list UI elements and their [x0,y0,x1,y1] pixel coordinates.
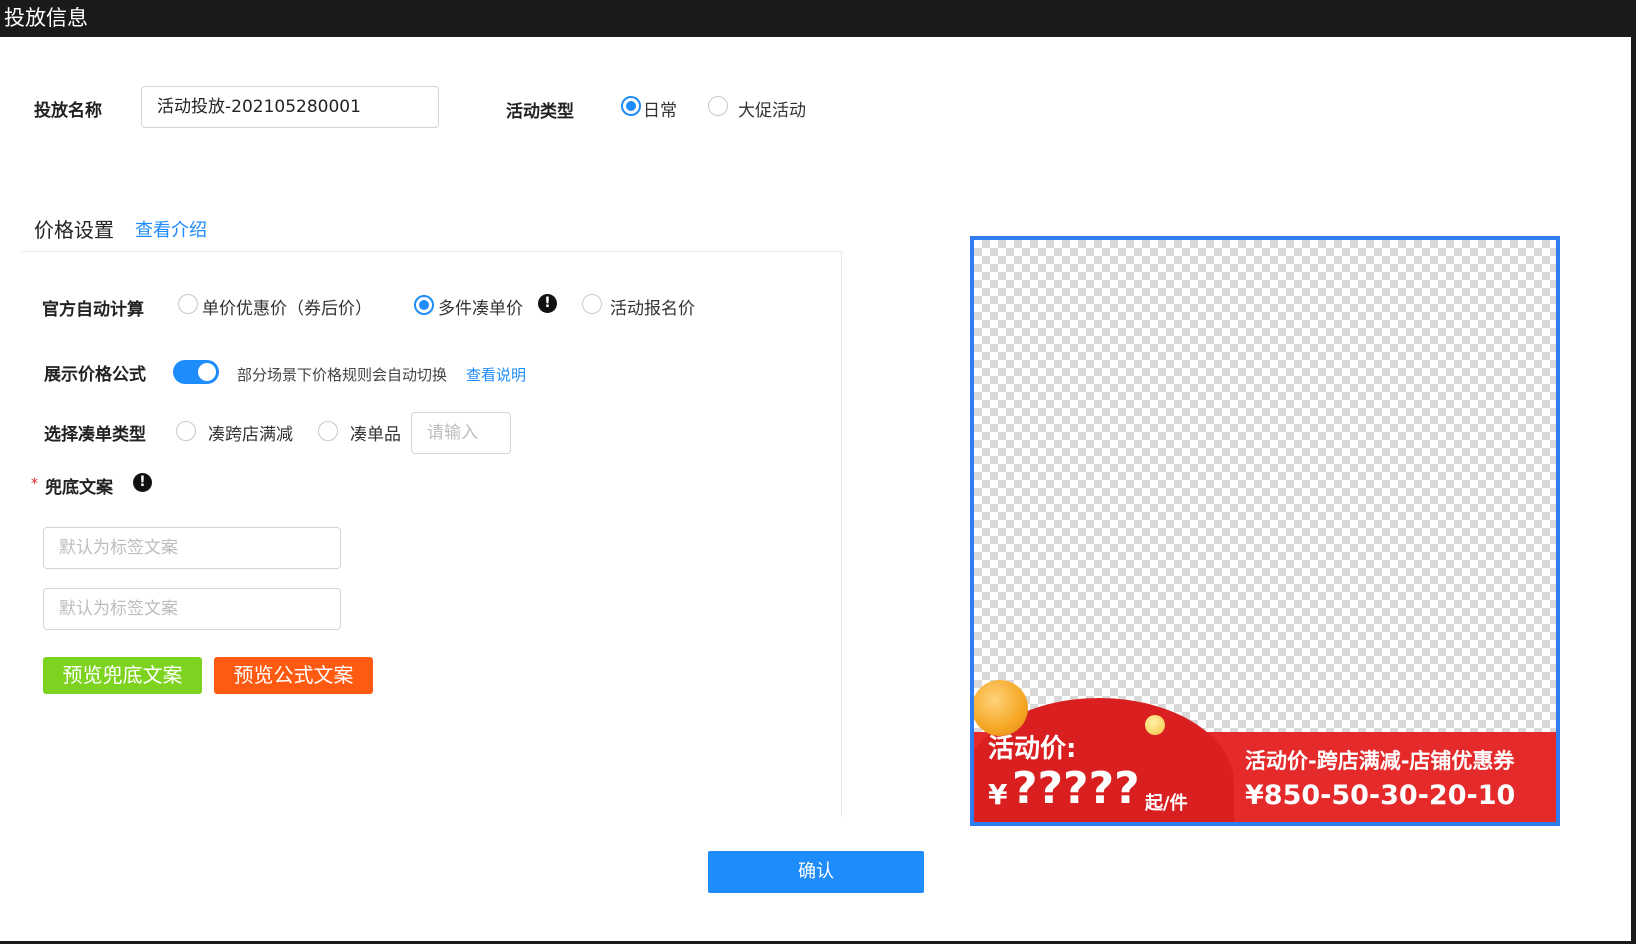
activity-type-label: 活动类型 [506,102,574,122]
radio-cross-store[interactable] [176,421,196,441]
section-vertical-divider [841,251,842,817]
radio-bundle-price[interactable] [414,295,434,315]
radio-daily-label[interactable]: 日常 [643,96,677,121]
view-explanation-link[interactable]: 查看说明 [466,364,526,385]
preview-fallback-button[interactable]: 预览兜底文案 [43,657,202,694]
decor-orb-small [1145,715,1165,735]
banner-price-label: 活动价: [988,734,1077,764]
section-divider [21,251,842,252]
banner-formula-value: ¥850-50-30-20-10 [1245,780,1516,811]
window-right-border [1631,37,1636,944]
radio-unit-price-label[interactable]: 单价优惠价（券后价） [202,294,372,319]
radio-signup-price-label[interactable]: 活动报名价 [610,294,695,319]
banner-formula-title: 活动价-跨店满减-店铺优惠券 [1245,749,1515,773]
price-section-title: 价格设置 [34,218,114,242]
radio-bundle-price-label[interactable]: 多件凑单价 [438,294,523,319]
radio-daily[interactable] [621,96,641,116]
preview-formula-button[interactable]: 预览公式文案 [214,657,373,694]
banner-price-value: ????? [1012,763,1140,814]
warning-icon: ! [538,294,557,313]
radio-cross-store-label[interactable]: 凑跨店满减 [208,420,293,445]
radio-single-item[interactable] [318,421,338,441]
view-intro-link[interactable]: 查看介绍 [135,216,207,242]
formula-hint: 部分场景下价格规则会自动切换 [237,366,448,384]
fallback-input-1[interactable]: 默认为标签文案 [43,527,341,569]
bundle-type-label: 选择凑单类型 [44,425,146,445]
bundle-input[interactable]: 请输入 [411,412,511,454]
radio-unit-price[interactable] [178,294,198,314]
banner-price-unit: 起/件 [1145,793,1188,814]
radio-signup-price[interactable] [582,294,602,314]
radio-single-item-label[interactable]: 凑单品 [350,420,401,445]
radio-promotion-label[interactable]: 大促活动 [738,96,806,121]
fallback-warning-icon: ! [133,473,152,492]
confirm-button[interactable]: 确认 [708,851,924,893]
fallback-input-2[interactable]: 默认为标签文案 [43,588,341,630]
name-label: 投放名称 [34,101,102,121]
formula-toggle[interactable] [173,360,219,384]
title-bar: 投放信息 [0,0,1636,37]
window-title: 投放信息 [4,6,88,30]
radio-promotion[interactable] [708,96,728,116]
auto-calc-label: 官方自动计算 [42,300,144,320]
formula-label: 展示价格公式 [44,365,146,385]
name-input[interactable]: 活动投放-202105280001 [141,86,439,128]
fallback-label: 兜底文案 [45,478,113,498]
preview-canvas: 活动价: ¥ ????? 起/件 活动价-跨店满减-店铺优惠券 ¥850-50-… [970,236,1560,826]
required-mark: * [31,476,38,492]
banner-currency: ¥ [988,778,1008,811]
